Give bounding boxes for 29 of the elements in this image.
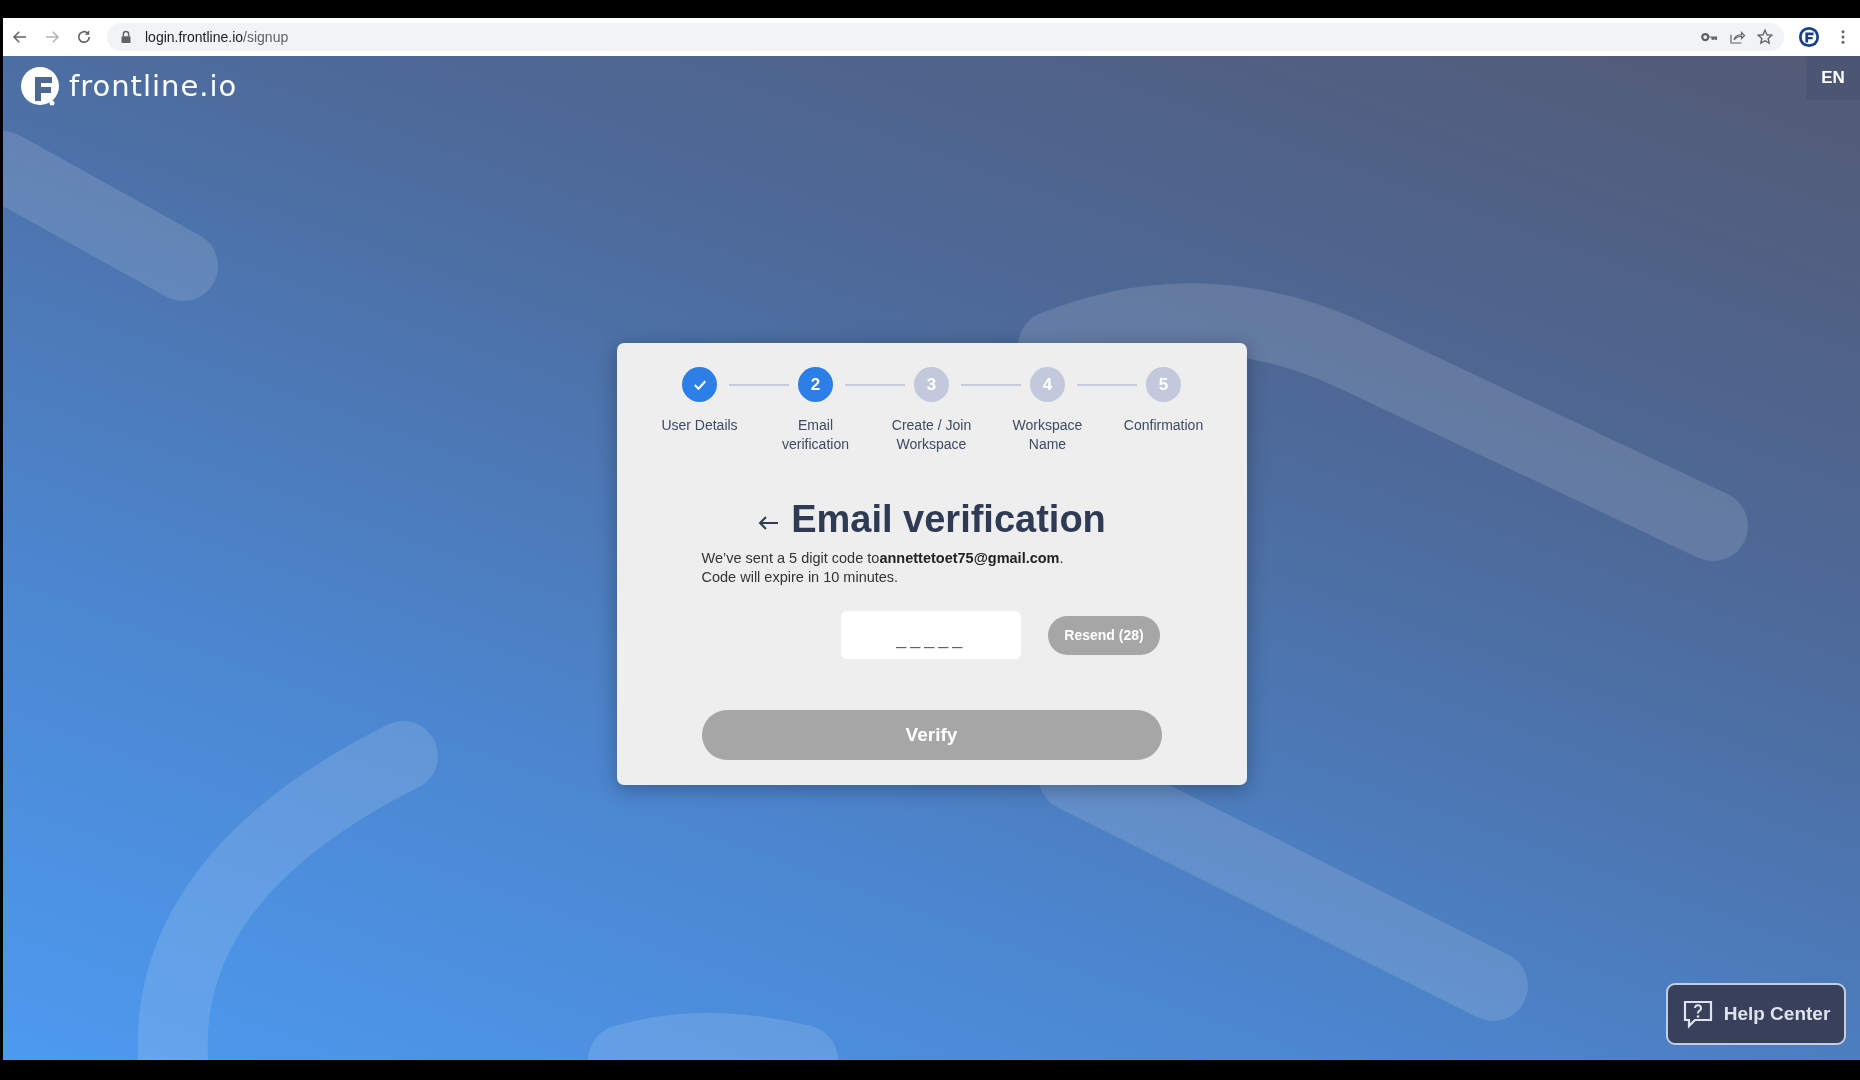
- address-bar[interactable]: login.frontline.io/signup: [107, 23, 1784, 51]
- step-connector: [728, 384, 789, 386]
- step-circle: 3: [914, 367, 949, 402]
- url-text: login.frontline.io/signup: [145, 29, 289, 45]
- expiry-text: Code will expire in 10 minutes.: [701, 568, 899, 587]
- brand-logo-icon: [19, 65, 61, 107]
- step-label: Create / Join Workspace: [890, 416, 973, 454]
- back-icon[interactable]: [11, 28, 29, 46]
- back-arrow-icon[interactable]: [757, 514, 780, 531]
- reload-icon[interactable]: [75, 28, 93, 46]
- brand-name: frontline.io: [69, 69, 238, 103]
- step-circle: 2: [798, 367, 833, 402]
- step-label: Workspace Name: [1011, 416, 1084, 454]
- step-connector: [960, 384, 1021, 386]
- step-label: Email verification: [781, 416, 850, 454]
- step-circle: 5: [1146, 367, 1181, 402]
- step-label: User Details: [661, 416, 738, 435]
- profile-avatar[interactable]: [1798, 26, 1820, 48]
- page-heading: Email verification: [791, 498, 1106, 541]
- message-text: We’ve sent a 5 digit code toannettetoet75@gmail.com.: [701, 549, 1064, 568]
- language-button[interactable]: EN: [1806, 56, 1860, 100]
- step-label: Confirmation: [1123, 416, 1204, 435]
- step-connector: [1076, 384, 1137, 386]
- help-center-button[interactable]: Help Center: [1666, 983, 1846, 1045]
- chat-question-icon: [1681, 999, 1714, 1029]
- step-connector: [844, 384, 905, 386]
- code-input-field[interactable]: _____: [841, 611, 1022, 659]
- star-icon[interactable]: [1756, 28, 1774, 46]
- step-circle: 4: [1030, 367, 1065, 402]
